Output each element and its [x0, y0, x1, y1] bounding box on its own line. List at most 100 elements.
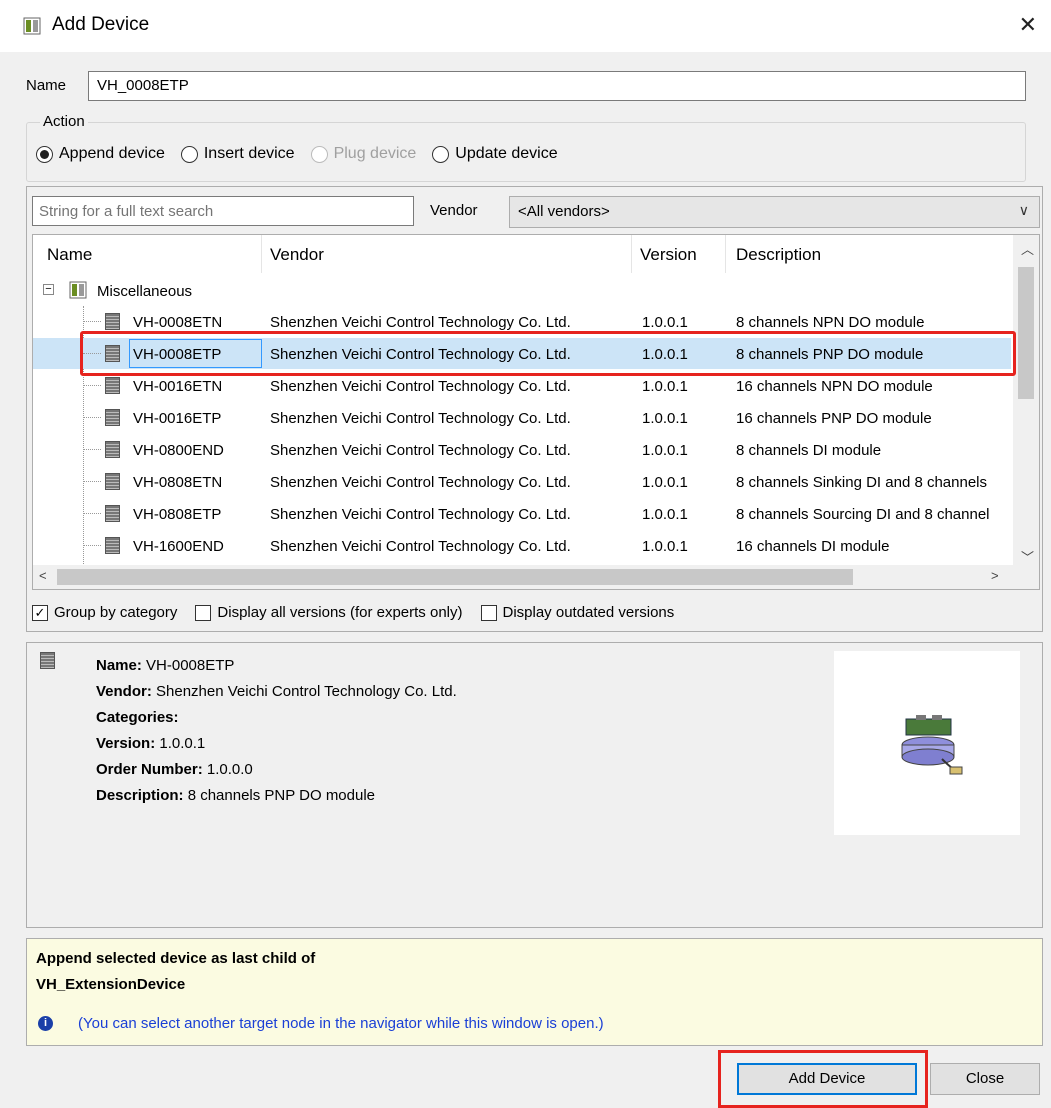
info-name: Name: VH-0008ETP: [96, 657, 235, 674]
close-button[interactable]: Close: [930, 1063, 1040, 1095]
row-version: 1.0.0.1: [642, 506, 688, 523]
table-row[interactable]: VH-1600END Shenzhen Veichi Control Techn…: [33, 530, 1011, 561]
table-row[interactable]: VH-0016ETN Shenzhen Veichi Control Techn…: [33, 370, 1011, 401]
info-icon: i: [38, 1016, 53, 1031]
chevron-right-icon[interactable]: >: [991, 568, 999, 583]
tree-line: [83, 353, 101, 354]
info-version: Version: 1.0.0.1: [96, 735, 206, 752]
tree-line: [83, 545, 101, 546]
row-version: 1.0.0.1: [642, 442, 688, 459]
row-name: VH-0016ETN: [133, 378, 223, 395]
checkbox-label: Display outdated versions: [502, 604, 675, 621]
category-label: Miscellaneous: [97, 283, 193, 300]
row-version: 1.0.0.1: [642, 346, 688, 363]
name-input[interactable]: VH_0008ETP: [88, 71, 1026, 101]
display-all-versions-checkbox[interactable]: Display all versions (for experts only): [195, 604, 463, 621]
checkbox-label: Display all versions (for experts only): [217, 604, 463, 621]
vertical-scrollbar[interactable]: ︿ ﹀: [1013, 235, 1039, 565]
row-description: 16 channels DI module: [736, 538, 890, 555]
chevron-left-icon[interactable]: <: [39, 568, 47, 583]
add-device-button[interactable]: Add Device: [737, 1063, 917, 1095]
row-name: VH-0808ETN: [133, 474, 223, 491]
search-input[interactable]: [32, 196, 414, 226]
folder-device-icon: [69, 281, 87, 299]
module-icon: [105, 473, 120, 490]
column-header-version[interactable]: Version: [632, 235, 726, 273]
radio-indicator[interactable]: [432, 145, 450, 163]
row-version: 1.0.0.1: [642, 538, 688, 555]
scroll-thumb[interactable]: [57, 569, 853, 585]
tree-category-row[interactable]: − Miscellaneous: [33, 275, 1011, 306]
group-by-category-checkbox[interactable]: ✓ Group by category: [32, 604, 177, 621]
table-row[interactable]: VH-0800END Shenzhen Veichi Control Techn…: [33, 434, 1011, 465]
row-description: 16 channels NPN DO module: [736, 378, 933, 395]
hint-title: Append selected device as last child of: [36, 950, 316, 967]
table-row-selected[interactable]: VH-0008ETP Shenzhen Veichi Control Techn…: [33, 338, 1011, 369]
row-vendor: Shenzhen Veichi Control Technology Co. L…: [270, 410, 571, 427]
device-icon: [23, 17, 41, 35]
row-vendor: Shenzhen Veichi Control Technology Co. L…: [270, 346, 571, 363]
radio-label: Update device: [455, 145, 558, 162]
row-version: 1.0.0.1: [642, 474, 688, 491]
device-tree: Name Vendor Version Description − Miscel…: [32, 234, 1040, 590]
row-description: 8 channels Sourcing DI and 8 channel: [736, 506, 990, 523]
checkmark-icon[interactable]: ✓: [32, 604, 48, 621]
radio-indicator[interactable]: [180, 145, 198, 163]
vendor-select[interactable]: <All vendors> ∨: [509, 196, 1040, 228]
table-row[interactable]: VH-0808ETP Shenzhen Veichi Control Techn…: [33, 498, 1011, 529]
column-header-name[interactable]: Name: [33, 235, 262, 273]
radio-label: Append device: [59, 145, 165, 162]
chevron-down-icon: ∨: [1018, 202, 1029, 218]
column-header-description[interactable]: Description: [726, 235, 1011, 273]
table-row[interactable]: VH-0808ETN Shenzhen Veichi Control Techn…: [33, 466, 1011, 497]
column-header-vendor[interactable]: Vendor: [262, 235, 632, 273]
module-icon: [105, 505, 120, 522]
device-preview-image: [834, 651, 1020, 835]
radio-update-device[interactable]: Update device: [432, 145, 558, 163]
display-outdated-checkbox[interactable]: Display outdated versions: [480, 604, 675, 621]
row-description: 8 channels NPN DO module: [736, 314, 925, 331]
checkbox-label: Group by category: [54, 604, 178, 621]
table-row[interactable]: VH-0016ETP Shenzhen Veichi Control Techn…: [33, 402, 1011, 433]
horizontal-scrollbar[interactable]: < >: [33, 565, 1039, 589]
tree-line: [83, 481, 101, 482]
row-version: 1.0.0.1: [642, 378, 688, 395]
row-name: VH-0008ETP: [133, 346, 222, 363]
title-bar: Add Device ✕: [0, 0, 1051, 52]
row-description: 16 channels PNP DO module: [736, 410, 932, 427]
checkbox-box[interactable]: [195, 604, 212, 621]
module-icon: [105, 313, 120, 330]
row-name: VH-0800END: [133, 442, 224, 459]
radio-append-device[interactable]: Append device: [36, 145, 165, 163]
row-description: 8 channels PNP DO module: [736, 346, 924, 363]
module-icon: [105, 345, 120, 362]
info-vendor: Vendor: Shenzhen Veichi Control Technolo…: [96, 683, 457, 700]
vendor-label: Vendor: [430, 202, 478, 219]
module-icon: [40, 652, 55, 669]
checkbox-box[interactable]: [480, 604, 497, 621]
tree-line: [83, 321, 101, 322]
radio-insert-device[interactable]: Insert device: [180, 145, 295, 163]
row-vendor: Shenzhen Veichi Control Technology Co. L…: [270, 538, 571, 555]
radio-label: Insert device: [203, 145, 295, 162]
radio-indicator[interactable]: [36, 145, 53, 163]
tree-line: [83, 449, 101, 450]
close-icon[interactable]: ✕: [1019, 12, 1037, 38]
radio-indicator: [310, 145, 328, 163]
tree-line: [83, 513, 101, 514]
device-module-icon: [901, 715, 963, 775]
module-icon: [105, 409, 120, 426]
row-name: VH-0808ETP: [133, 506, 222, 523]
info-categories: Categories:: [96, 709, 179, 726]
collapse-icon[interactable]: −: [43, 284, 54, 295]
chevron-down-icon[interactable]: ﹀: [1021, 547, 1034, 566]
scroll-thumb[interactable]: [1018, 267, 1034, 399]
tree-line: [83, 385, 101, 386]
action-legend: Action: [40, 113, 88, 130]
module-icon: [105, 441, 120, 458]
table-row[interactable]: VH-0008ETN Shenzhen Veichi Control Techn…: [33, 306, 1011, 337]
display-options: ✓ Group by category Display all versions…: [32, 604, 692, 621]
hint-target-node: VH_ExtensionDevice: [36, 976, 186, 993]
vendor-value: <All vendors>: [518, 203, 610, 220]
chevron-up-icon[interactable]: ︿: [1021, 239, 1034, 258]
